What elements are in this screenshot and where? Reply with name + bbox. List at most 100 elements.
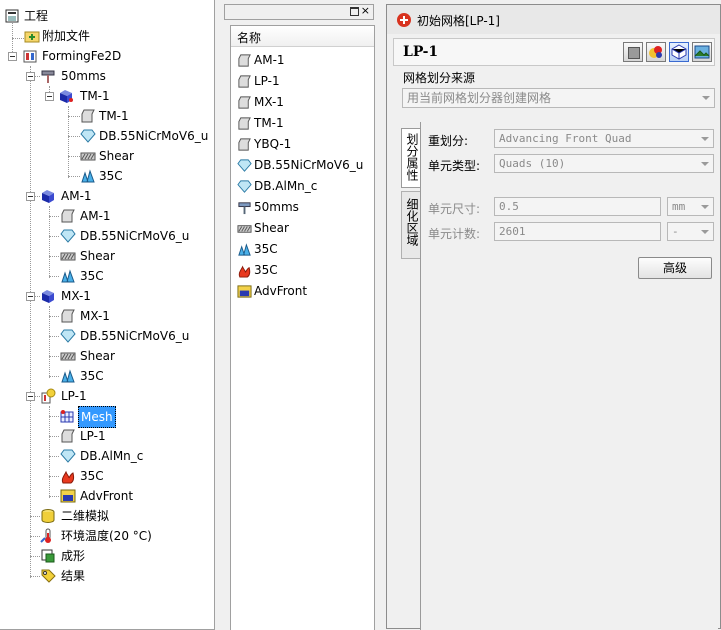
friction-icon bbox=[60, 352, 76, 361]
tree-item-am1-temp[interactable]: 35C bbox=[0, 266, 200, 286]
element-count-unit-select[interactable]: - bbox=[667, 222, 714, 241]
geometry-icon bbox=[238, 75, 251, 88]
mesher-icon bbox=[60, 489, 76, 503]
tree-item-lp1-temp[interactable]: 35C bbox=[0, 466, 200, 486]
list-item-label: Shear bbox=[254, 221, 289, 235]
tree-item-result[interactable]: 结果 bbox=[0, 566, 200, 586]
tree-item-mx1-geometry[interactable]: MX-1 bbox=[0, 306, 200, 326]
tree-item-advfront[interactable]: AdvFront bbox=[0, 486, 200, 506]
tree-label: 35C bbox=[80, 269, 104, 283]
tree-item-am1-geometry[interactable]: AM-1 bbox=[0, 206, 200, 226]
tree-label: Shear bbox=[80, 249, 115, 263]
advanced-button[interactable]: 高级 bbox=[638, 257, 712, 279]
geometry-icon bbox=[238, 96, 251, 109]
tree-item-50mms[interactable]: 50mms bbox=[0, 66, 200, 86]
tab-mesh-properties[interactable]: 划分属性 bbox=[401, 128, 421, 188]
element-type-select[interactable]: Quads (10) bbox=[494, 154, 714, 173]
tree-item-lp1-geometry[interactable]: LP-1 bbox=[0, 426, 200, 446]
remesh-value: Advancing Front Quad bbox=[499, 132, 632, 145]
tree-label: MX-1 bbox=[80, 309, 110, 323]
tree-item-2d-simulation[interactable]: 二维模拟 bbox=[0, 506, 200, 526]
diamond-icon bbox=[237, 180, 252, 193]
tree-item-attach-files[interactable]: 附加文件 bbox=[0, 26, 200, 46]
color-palette-button[interactable] bbox=[646, 42, 666, 62]
maximize-pane-button[interactable] bbox=[350, 7, 359, 16]
crystal-icon bbox=[238, 243, 251, 256]
chevron-down-icon bbox=[701, 205, 709, 209]
mesh-icon bbox=[60, 410, 74, 423]
crystal-icon bbox=[61, 269, 75, 283]
element-size-unit-select[interactable]: mm bbox=[667, 197, 714, 216]
diamond-icon bbox=[237, 159, 252, 172]
image-view-button[interactable] bbox=[692, 42, 712, 62]
list-item-label: 50mms bbox=[254, 200, 299, 214]
tree-item-lp1-material[interactable]: DB.AlMn_c bbox=[0, 446, 200, 466]
tree-label-selected: Mesh bbox=[78, 406, 116, 428]
geometry-icon bbox=[238, 117, 251, 130]
list-item-label: 35C bbox=[254, 242, 278, 256]
palette-icon bbox=[649, 46, 662, 58]
element-count-input[interactable]: 2601 bbox=[494, 222, 661, 241]
element-size-value: 0.5 bbox=[499, 200, 519, 213]
tree-label: Shear bbox=[80, 349, 115, 363]
tree-item-forming-cn[interactable]: 成形 bbox=[0, 546, 200, 566]
view-list-button[interactable] bbox=[623, 42, 643, 62]
element-count-value: 2601 bbox=[499, 225, 526, 238]
mesh-source-select[interactable]: 用当前网格划分器创建网格 bbox=[402, 88, 715, 108]
splitter[interactable] bbox=[215, 0, 223, 629]
chevron-down-icon bbox=[701, 230, 709, 234]
process-icon bbox=[23, 50, 37, 63]
element-type-value: Quads (10) bbox=[499, 157, 566, 170]
tag-icon bbox=[41, 569, 56, 583]
element-size-input[interactable]: 0.5 bbox=[494, 197, 661, 216]
tree-item-tm1-shear[interactable]: Shear bbox=[0, 146, 200, 166]
crystal-icon bbox=[61, 369, 75, 383]
tree-item-tm1-geometry[interactable]: TM-1 bbox=[0, 106, 200, 126]
tree-label: DB.55NiCrMoV6_u bbox=[80, 229, 190, 243]
close-pane-icon[interactable]: × bbox=[361, 5, 370, 17]
tree-item-am1[interactable]: AM-1 bbox=[0, 186, 200, 206]
chevron-down-icon bbox=[702, 96, 710, 100]
geometry-icon bbox=[238, 54, 251, 67]
tree-label: 50mms bbox=[61, 69, 106, 83]
geometry-icon bbox=[61, 429, 75, 443]
tree-item-tm1[interactable]: TM-1 bbox=[0, 86, 200, 106]
tree-item-mx1-temp[interactable]: 35C bbox=[0, 366, 200, 386]
tree-label: LP-1 bbox=[61, 389, 87, 403]
hammer-icon bbox=[41, 70, 55, 83]
friction-icon bbox=[80, 152, 96, 161]
folder-add-icon bbox=[24, 31, 40, 43]
object-name-box: LP-1 bbox=[393, 38, 715, 66]
geometry-icon bbox=[238, 138, 251, 151]
tree-item-mx1-material[interactable]: DB.55NiCrMoV6_u bbox=[0, 326, 200, 346]
tree-item-tm1-temp[interactable]: 35C bbox=[0, 166, 200, 186]
remesh-select[interactable]: Advancing Front Quad bbox=[494, 129, 714, 148]
tree-label: AdvFront bbox=[80, 489, 134, 503]
advanced-button-label: 高级 bbox=[662, 261, 687, 275]
tree-item-mx1[interactable]: MX-1 bbox=[0, 286, 200, 306]
tree-item-am1-material[interactable]: DB.55NiCrMoV6_u bbox=[0, 226, 200, 246]
tree-item-tm1-material[interactable]: DB.55NiCrMoV6_u bbox=[0, 126, 208, 146]
tree-label: FormingFe2D bbox=[42, 49, 122, 63]
dialog-titlebar[interactable]: 初始网格[LP-1] bbox=[387, 5, 720, 34]
tree-item-mx1-shear[interactable]: Shear bbox=[0, 346, 200, 366]
tree-item-forming[interactable]: FormingFe2D bbox=[0, 46, 200, 66]
project-tree-panel[interactable]: 工程 附加文件 FormingFe2D 50mms TM-1 TM-1 DB.5… bbox=[0, 0, 215, 630]
tree-item-env-temp[interactable]: 环境温度(20 °C) bbox=[0, 526, 200, 546]
splitter[interactable] bbox=[375, 0, 385, 629]
element-type-label: 单元类型: bbox=[428, 159, 481, 173]
tree-item-mesh[interactable]: Mesh bbox=[0, 406, 200, 428]
flame-icon bbox=[238, 265, 251, 278]
tree-item-am1-shear[interactable]: Shear bbox=[0, 246, 200, 266]
tree-item-lp1[interactable]: LP-1 bbox=[0, 386, 200, 406]
mesh-view-button[interactable] bbox=[669, 42, 689, 62]
tree-item-project[interactable]: 工程 bbox=[0, 6, 200, 26]
geometry-icon bbox=[81, 109, 95, 123]
mesh-grid-icon bbox=[671, 44, 687, 60]
thermometer-icon bbox=[40, 528, 51, 543]
tree-label: 工程 bbox=[24, 9, 49, 23]
tab-refine-region[interactable]: 细化区域 bbox=[401, 191, 421, 259]
object-list-panel[interactable]: 名称 AM-1 LP-1 MX-1 TM-1 YBQ-1 DB.55NiCrMo… bbox=[230, 25, 375, 630]
list-item-label: 35C bbox=[254, 263, 278, 277]
list-header[interactable]: 名称 bbox=[231, 26, 374, 47]
